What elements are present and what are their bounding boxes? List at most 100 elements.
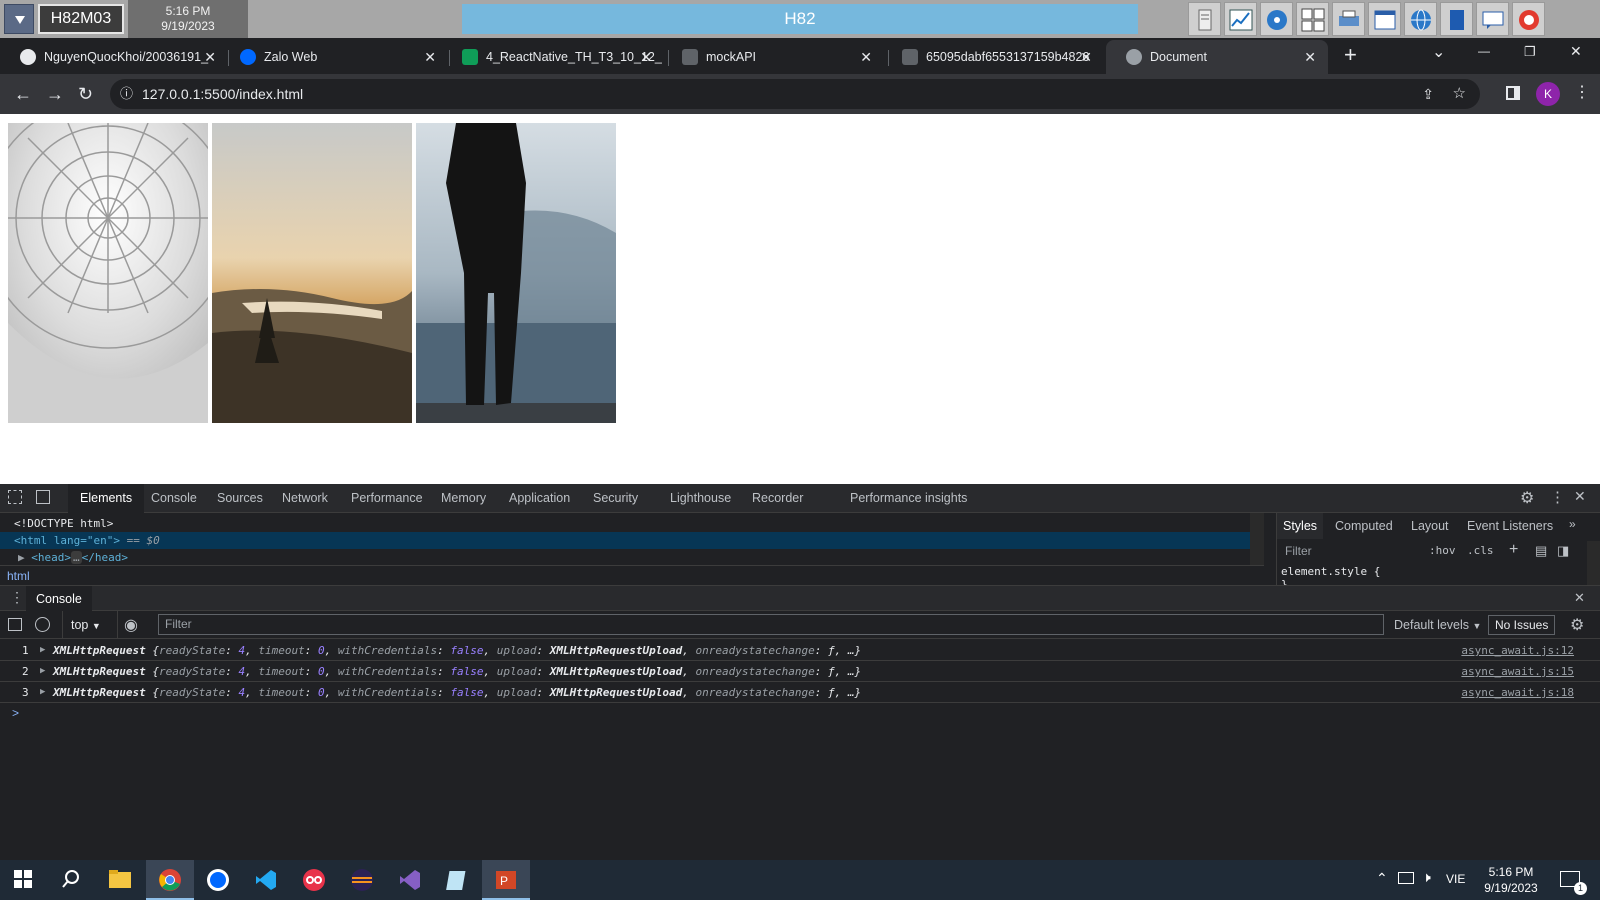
console-message[interactable]: 1 ▶ XMLHttpRequest {readyState: 4, timeo… <box>0 640 1600 661</box>
close-icon[interactable]: ✕ <box>424 40 436 74</box>
plus-icon[interactable]: + <box>1509 541 1518 559</box>
expand-triangle-icon[interactable]: ▶ <box>18 551 25 564</box>
sidebar-toggle-icon[interactable]: ◨ <box>1557 543 1569 559</box>
taskbar-clock[interactable]: 5:16 PM 9/19/2023 <box>1474 864 1548 896</box>
expand-triangle-icon[interactable]: ▶ <box>40 640 45 661</box>
tab-styles[interactable]: Styles <box>1277 513 1324 539</box>
eclipse-icon[interactable] <box>338 860 386 900</box>
network-icon[interactable] <box>1398 872 1414 884</box>
volume-muted-icon[interactable]: 🕨 <box>1422 869 1431 886</box>
element-style-rule[interactable]: element.style { <box>1281 565 1380 578</box>
log-levels-dropdown[interactable]: Default levels ▼ <box>1394 611 1481 639</box>
more-options-icon[interactable]: ⋮ <box>1550 488 1565 506</box>
elements-scrollbar[interactable] <box>1250 513 1264 565</box>
styles-scrollbar[interactable] <box>1587 541 1600 585</box>
close-icon[interactable]: ✕ <box>204 40 216 74</box>
tab-elements[interactable]: Elements <box>68 484 145 513</box>
tab-console-drawer[interactable]: Console <box>26 586 92 612</box>
ellipsis-icon[interactable]: … <box>71 551 82 564</box>
globe-icon[interactable] <box>1404 2 1437 36</box>
close-drawer-icon[interactable]: ✕ <box>1574 590 1585 606</box>
new-tab-button[interactable]: + <box>1344 40 1357 70</box>
tab-recorder[interactable]: Recorder <box>752 484 803 513</box>
book-icon[interactable] <box>1440 2 1473 36</box>
tab-event-listeners[interactable]: Event Listeners <box>1467 513 1553 539</box>
clear-console-icon[interactable] <box>35 617 50 632</box>
hov-toggle[interactable]: :hov <box>1429 544 1456 557</box>
expand-triangle-icon[interactable]: ▶ <box>40 682 45 703</box>
tab-search-button[interactable]: ⌄ <box>1432 42 1445 62</box>
forward-button[interactable]: → <box>46 84 64 104</box>
bookmark-star-icon[interactable]: ☆ <box>1453 79 1466 109</box>
notepad-icon[interactable] <box>434 860 482 900</box>
close-icon[interactable]: ✕ <box>640 40 652 74</box>
gear-icon[interactable]: ⚙ <box>1520 488 1534 508</box>
language-indicator[interactable]: VIE <box>1446 872 1465 886</box>
printer-icon[interactable] <box>1332 2 1365 36</box>
tab-performance[interactable]: Performance <box>351 484 423 513</box>
close-icon[interactable]: ✕ <box>1080 40 1092 74</box>
tab-lighthouse[interactable]: Lighthouse <box>670 484 731 513</box>
close-icon[interactable]: ✕ <box>1304 40 1316 74</box>
console-prompt[interactable]: > <box>12 706 19 720</box>
issues-button[interactable]: No Issues <box>1488 615 1556 635</box>
doctype-node[interactable]: <!DOCTYPE html> <box>0 515 1250 532</box>
paint-icon[interactable]: ▤ <box>1535 543 1547 559</box>
console-message[interactable]: 2 ▶ XMLHttpRequest {readyState: 4, timeo… <box>0 661 1600 682</box>
breadcrumb[interactable]: html <box>0 565 1264 585</box>
tab-sheets[interactable]: 4_ReactNative_TH_T3_10_12_ ✕ <box>442 40 664 74</box>
window-close-button[interactable]: ✕ <box>1570 43 1582 60</box>
lifebuoy-icon[interactable] <box>1512 2 1545 36</box>
powerpoint-icon[interactable]: P <box>482 860 530 900</box>
tab-mockapi-resource[interactable]: 65095dabf6553137159b4826 ✕ <box>882 40 1104 74</box>
tab-application[interactable]: Application <box>509 484 570 513</box>
device-toolbar-icon[interactable] <box>36 490 50 504</box>
app-red-icon[interactable] <box>290 860 338 900</box>
close-icon[interactable]: ✕ <box>860 40 872 74</box>
tab-security[interactable]: Security <box>593 484 638 513</box>
tab-document[interactable]: Document ✕ <box>1106 40 1328 74</box>
chevron-up-icon[interactable]: ⌃ <box>1376 870 1388 887</box>
keyboard-icon[interactable] <box>1296 2 1329 36</box>
console-settings-icon[interactable]: ⚙ <box>1570 615 1584 635</box>
tab-zalo[interactable]: Zalo Web ✕ <box>220 40 448 74</box>
source-link[interactable]: async_await.js:12 <box>1461 640 1574 661</box>
tab-sources[interactable]: Sources <box>217 484 263 513</box>
tab-computed[interactable]: Computed <box>1335 513 1393 539</box>
info-icon[interactable]: ⓘ <box>120 79 133 109</box>
zalo-icon[interactable] <box>194 860 242 900</box>
source-link[interactable]: async_await.js:15 <box>1461 661 1574 682</box>
tab-layout[interactable]: Layout <box>1411 513 1449 539</box>
inspect-element-icon[interactable] <box>8 490 22 504</box>
search-icon[interactable] <box>48 860 96 900</box>
minimize-button[interactable]: — <box>1478 44 1490 58</box>
console-filter-input[interactable]: Filter <box>158 614 1384 635</box>
visual-studio-icon[interactable] <box>386 860 434 900</box>
side-panel-icon[interactable] <box>1506 86 1520 100</box>
tab-memory[interactable]: Memory <box>441 484 486 513</box>
console-message[interactable]: 3 ▶ XMLHttpRequest {readyState: 4, timeo… <box>0 682 1600 703</box>
address-bar[interactable]: ⓘ 127.0.0.1:5500/index.html ⇪ ☆ <box>110 79 1480 109</box>
styles-filter-input[interactable]: Filter <box>1281 541 1421 561</box>
file-explorer-icon[interactable] <box>96 860 144 900</box>
disc-icon[interactable] <box>1260 2 1293 36</box>
chrome-icon[interactable] <box>146 860 194 900</box>
sidebar-icon[interactable] <box>8 618 22 631</box>
message-icon[interactable] <box>1476 2 1509 36</box>
eye-icon[interactable]: ◉ <box>124 615 138 635</box>
windows-start-icon[interactable] <box>0 860 48 900</box>
session-menu-button[interactable] <box>4 4 34 34</box>
source-link[interactable]: async_await.js:18 <box>1461 682 1574 703</box>
restore-button[interactable]: ❐ <box>1524 44 1536 60</box>
table-icon[interactable] <box>1368 2 1401 36</box>
expand-triangle-icon[interactable]: ▶ <box>40 661 45 682</box>
tab-performance-insights[interactable]: Performance insights <box>850 484 967 513</box>
server-icon[interactable] <box>1188 2 1221 36</box>
tab-github[interactable]: NguyenQuocKhoi/20036191_ ✕ <box>0 40 228 74</box>
head-node[interactable]: ▶ <head>… </head> <box>0 549 1250 566</box>
back-button[interactable]: ← <box>14 84 32 104</box>
drawer-menu-icon[interactable]: ⋮ <box>10 589 24 606</box>
html-node[interactable]: <html lang="en"> == $0 <box>0 532 1250 549</box>
profile-avatar[interactable]: K <box>1536 82 1560 106</box>
cls-toggle[interactable]: .cls <box>1467 544 1494 557</box>
